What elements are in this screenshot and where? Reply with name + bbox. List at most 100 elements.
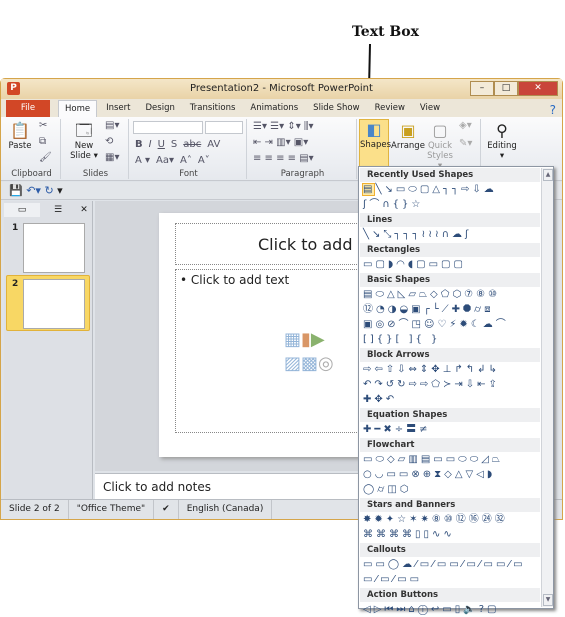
- shapes-gallery: Recently Used Shapes ▤╲↘▭⬭▢△┐┐⇨⇩☁ ʃ⌒∩{}☆ Li…: [358, 166, 554, 615]
- font-name-select[interactable]: [133, 121, 203, 134]
- italic-button[interactable]: I: [149, 139, 152, 150]
- gallery-shape-row[interactable]: ◯⌭◫⬡: [363, 482, 539, 497]
- gallery-shape-row[interactable]: ⑫◔◑◒▣┌└⟋✚⯃⌭⧈: [363, 302, 539, 317]
- gallery-shape-row[interactable]: ▭⬭◇▱▥▤▭▭⬭⬭◿⏢: [363, 452, 539, 467]
- slides-label: Slides: [82, 169, 109, 179]
- gallery-shape-row[interactable]: ╲↘⤡┐┐┐≀≀≀∩☁ʃ: [363, 227, 539, 242]
- title-placeholder[interactable]: Click to add title: [175, 223, 389, 265]
- close-button[interactable]: ✕: [518, 81, 558, 96]
- gallery-shape-row[interactable]: ▭⁄▭⁄▭▭: [363, 572, 539, 587]
- gallery-shape-row[interactable]: ⇨⇦⇧⇩⇔⇕✥⊥↱↰↲↳: [363, 362, 539, 377]
- outline-tab[interactable]: ☰: [41, 203, 75, 217]
- gallery-shape-row[interactable]: ✚✥↶: [363, 392, 539, 407]
- gallery-section-header: Callouts: [360, 543, 540, 557]
- insert-media-icon[interactable]: ◎: [318, 353, 334, 374]
- close-panel-icon[interactable]: ✕: [76, 203, 92, 217]
- slides-panel: ▭ ☰ ✕ 1 2: [4, 201, 93, 499]
- tab-slide-show[interactable]: Slide Show: [307, 100, 365, 117]
- insert-clipart-icon[interactable]: ▩: [301, 353, 318, 374]
- notes-pane[interactable]: Click to add notes: [95, 473, 365, 499]
- gallery-shape-row[interactable]: ▭▭◯☁⁄▭⁄▭▭⁄▭⁄▭▭⁄▭: [363, 557, 539, 572]
- underline-button[interactable]: U: [158, 139, 165, 150]
- section-icon[interactable]: ▦▾: [105, 153, 119, 163]
- shape-fill-icon[interactable]: ◈▾: [459, 121, 472, 131]
- help-icon[interactable]: ?: [550, 103, 556, 117]
- insert-chart-icon[interactable]: ▮: [301, 329, 311, 350]
- theme-name[interactable]: "Office Theme": [69, 500, 155, 519]
- font-label: Font: [179, 169, 198, 179]
- quick-styles-button[interactable]: ▢QuickStyles ▾: [425, 121, 455, 171]
- gallery-section-header: Basic Shapes: [360, 273, 540, 287]
- layout-icon[interactable]: ▤▾: [105, 121, 119, 131]
- font-size-select[interactable]: [205, 121, 243, 134]
- gallery-shape-row[interactable]: []{}[ ]{ }: [363, 332, 539, 347]
- language-indicator[interactable]: English (Canada): [179, 500, 273, 519]
- tab-design[interactable]: Design: [140, 100, 181, 117]
- gallery-shape-row[interactable]: ʃ⌒∩{}☆: [363, 197, 539, 212]
- gallery-shape-row[interactable]: ⌘⌘⌘⌘▯▯∿∿: [363, 527, 539, 542]
- reset-icon[interactable]: ⟲: [105, 137, 113, 147]
- gallery-shape-row[interactable]: ○◡▭▭⊗⊕⧗◇△▽◁◗: [363, 467, 539, 482]
- character-spacing-button[interactable]: AV: [207, 139, 220, 150]
- cut-icon[interactable]: ✂: [39, 121, 47, 131]
- grow-font-button[interactable]: A˄: [180, 155, 192, 166]
- slide-canvas: Click to add title • Click to add text ▦…: [159, 213, 389, 457]
- redo-icon[interactable]: ↻: [44, 184, 53, 197]
- insert-picture-icon[interactable]: ▨: [284, 353, 301, 374]
- tab-transitions[interactable]: Transitions: [184, 100, 242, 117]
- gallery-shape-row[interactable]: ✚━✖÷〓≠: [363, 422, 539, 437]
- paste-button[interactable]: 📋 Paste: [7, 121, 33, 151]
- slide-editing-area: Click to add title • Click to add text ▦…: [95, 201, 389, 471]
- font-color-button[interactable]: A ▾: [135, 155, 150, 166]
- new-slide-button[interactable]: 🗔 New Slide ▾: [69, 121, 99, 161]
- indent-buttons[interactable]: ⇤ ⇥ ▥▾ ▣▾: [253, 137, 308, 148]
- group-font: B I U S abc AV A ▾ Aa▾ A˄ A˅ Font: [131, 119, 247, 179]
- new-slide-icon: 🗔: [75, 121, 93, 140]
- alignment-buttons[interactable]: ≡ ≡ ≡ ≡ ▤▾: [253, 153, 314, 164]
- undo-icon[interactable]: ↶▾: [26, 184, 41, 197]
- content-placeholder[interactable]: • Click to add text ▦▮▶ ▨▩◎: [175, 269, 359, 433]
- tab-file[interactable]: File: [6, 100, 50, 117]
- insert-smartart-icon[interactable]: ▶: [311, 329, 325, 350]
- slide-indicator: Slide 2 of 2: [1, 500, 69, 519]
- gallery-shape-row[interactable]: ✸✹✦☆✶✷⑧⑩⑫⑯㉔㉜: [363, 512, 539, 527]
- scroll-up-button[interactable]: ▲: [543, 169, 553, 181]
- window-title: Presentation2 - Microsoft PowerPoint: [190, 83, 373, 94]
- annotation-label: Text Box: [352, 24, 419, 40]
- group-slides: 🗔 New Slide ▾ ▤▾ ⟲ ▦▾ Slides: [63, 119, 129, 179]
- gallery-scrollbar[interactable]: ▲ ▼: [541, 168, 553, 607]
- save-icon[interactable]: 💾: [9, 184, 23, 197]
- arrange-button[interactable]: ▣ Arrange: [391, 121, 425, 151]
- tab-home[interactable]: Home: [58, 100, 98, 117]
- bold-button[interactable]: B: [135, 139, 143, 150]
- editing-button[interactable]: ⚲ Editing ▾: [487, 121, 517, 161]
- gallery-shape-row[interactable]: ▤╲↘▭⬭▢△┐┐⇨⇩☁: [363, 182, 539, 197]
- tab-review[interactable]: Review: [369, 100, 411, 117]
- strikethrough-button[interactable]: abc: [183, 139, 201, 150]
- maximize-button[interactable]: □: [494, 81, 518, 96]
- spell-check-icon[interactable]: ✔: [154, 500, 179, 519]
- gallery-shape-row[interactable]: ▣◎⊘⌒◳☺♡⚡✹☾☁⌒: [363, 317, 539, 332]
- tab-animations[interactable]: Animations: [244, 100, 304, 117]
- slide-thumbnail-1[interactable]: [23, 223, 85, 273]
- gallery-shape-row[interactable]: ▤⬭△◺▱⏢◇⬠⬡⑦⑧⑩: [363, 287, 539, 302]
- minimize-button[interactable]: –: [470, 81, 494, 96]
- shrink-font-button[interactable]: A˅: [198, 155, 210, 166]
- slide-thumbnail-2[interactable]: [23, 279, 85, 329]
- gallery-shape-row[interactable]: ↶↷↺↻⇨⇨⬠≻⇥⇩⇤⇪: [363, 377, 539, 392]
- shadow-button[interactable]: S: [171, 139, 177, 150]
- scroll-down-button[interactable]: ▼: [543, 594, 553, 606]
- powerpoint-logo-icon: P: [7, 82, 20, 95]
- copy-icon[interactable]: ⧉: [39, 137, 46, 147]
- slides-tab[interactable]: ▭: [4, 203, 40, 217]
- tab-view[interactable]: View: [414, 100, 446, 117]
- bullets-numbering-buttons[interactable]: ☰▾ ☰▾ ⇕▾ ⫼▾: [253, 121, 314, 132]
- gallery-shape-row[interactable]: ▭▢◗◠◖▢▭▢▢: [363, 257, 539, 272]
- format-painter-icon[interactable]: 🖌: [39, 153, 52, 163]
- change-case-button[interactable]: Aa▾: [156, 155, 174, 166]
- shapes-button[interactable]: ◧ Shapes: [359, 119, 391, 167]
- shape-outline-icon[interactable]: ✎▾: [459, 139, 472, 149]
- customize-qat-icon[interactable]: ▾: [57, 184, 63, 197]
- tab-insert[interactable]: Insert: [100, 100, 136, 117]
- insert-table-icon[interactable]: ▦: [284, 329, 301, 350]
